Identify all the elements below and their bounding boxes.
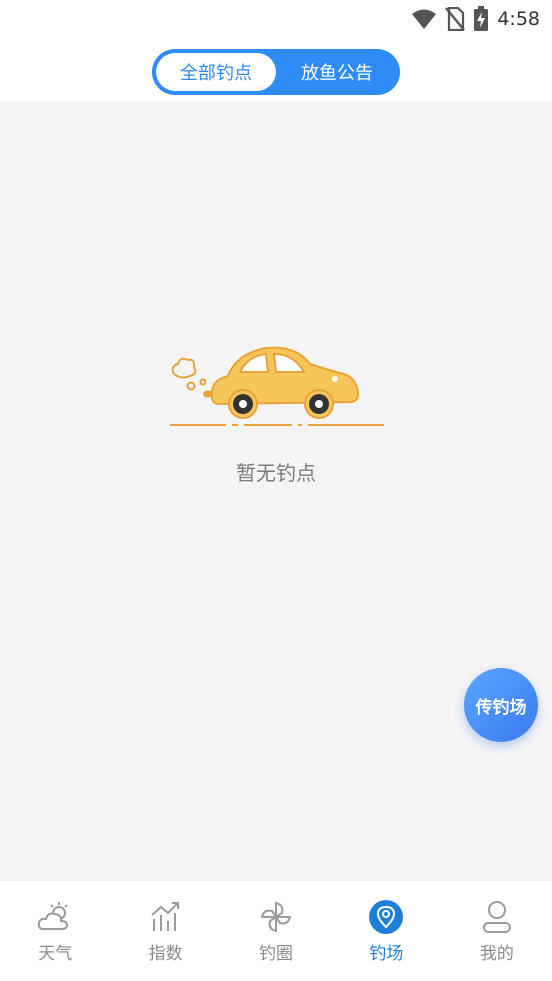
- tab-circle[interactable]: 钓圈: [221, 881, 331, 981]
- no-sim-icon: [445, 7, 466, 31]
- tab-label-profile: 我的: [479, 944, 514, 964]
- weather-icon: [38, 902, 69, 930]
- car-icon: [170, 346, 384, 426]
- battery-charging-icon: [474, 6, 489, 31]
- tab-label-fishing-spot: 钓场: [369, 944, 404, 964]
- tab-index[interactable]: 指数: [110, 881, 220, 981]
- main-content: 暂无钓点 传钓场: [0, 102, 552, 880]
- top-bar: 全部钓点 放鱼公告: [0, 38, 552, 102]
- segmented-control: 全部钓点 放鱼公告: [152, 49, 400, 95]
- tab-fishing-spot[interactable]: 钓场: [331, 881, 441, 981]
- tab-fish-release-notice[interactable]: 放鱼公告: [278, 53, 396, 91]
- index-chart-icon: [150, 902, 179, 931]
- tab-label-index: 指数: [148, 944, 183, 964]
- upload-spot-button[interactable]: 传钓场: [464, 668, 538, 742]
- tab-label-circle: 钓圈: [259, 944, 294, 964]
- location-pin-icon: [369, 900, 404, 934]
- tab-label-weather: 天气: [38, 944, 73, 964]
- tab-all-spots[interactable]: 全部钓点: [156, 53, 276, 91]
- pinwheel-icon: [260, 901, 292, 933]
- profile-icon: [482, 901, 511, 933]
- wifi-icon: [412, 9, 437, 29]
- empty-state-message: 暂无钓点: [236, 461, 316, 485]
- status-bar: 4:58: [0, 0, 552, 38]
- status-time: 4:58: [497, 8, 540, 30]
- status-icons: 4:58: [411, 6, 540, 32]
- tab-weather[interactable]: 天气: [0, 881, 110, 981]
- tab-profile[interactable]: 我的: [442, 881, 552, 981]
- bottom-tab-bar: 天气 指数 钓圈 钓场 我的: [0, 880, 552, 981]
